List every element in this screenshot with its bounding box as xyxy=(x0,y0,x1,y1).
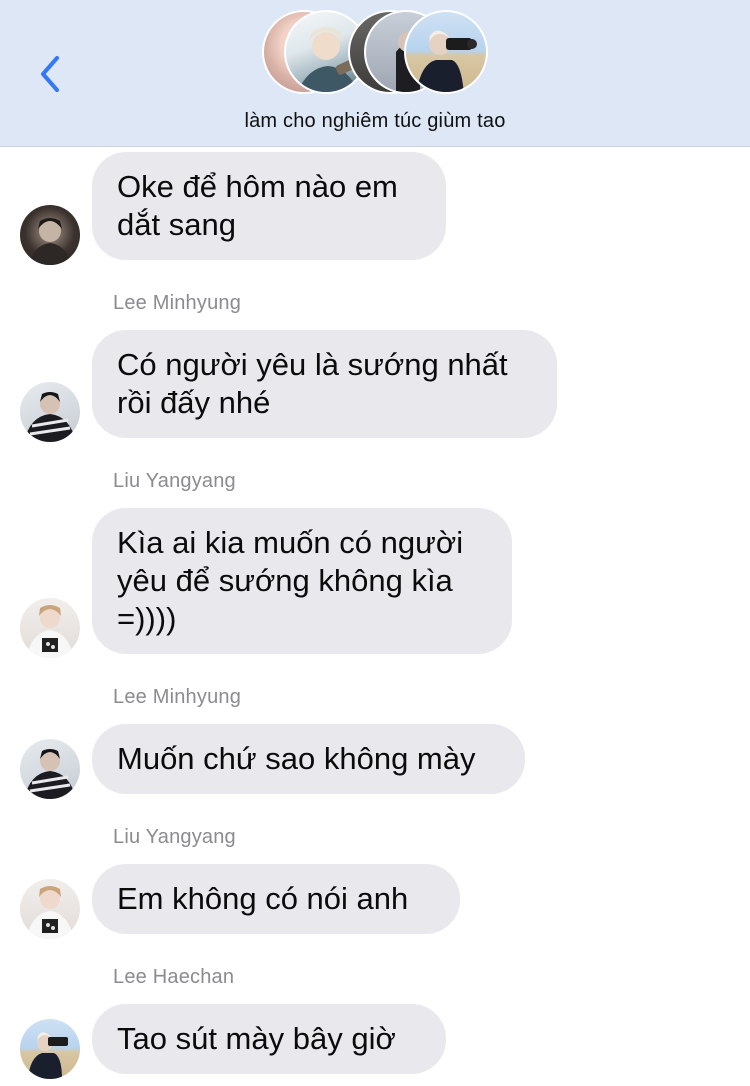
avatar[interactable] xyxy=(20,205,80,265)
message-bubble[interactable]: Oke để hôm nào em dắt sang xyxy=(92,152,446,260)
chat-header: làm cho nghiêm túc giùm tao xyxy=(0,0,750,147)
group-title[interactable]: làm cho nghiêm túc giùm tao xyxy=(0,110,750,133)
sender-name: Liu Yangyang xyxy=(113,826,236,848)
avatar[interactable] xyxy=(20,739,80,799)
avatar[interactable] xyxy=(20,598,80,658)
sender-name: Lee Haechan xyxy=(113,966,235,988)
avatar[interactable] xyxy=(20,1019,80,1079)
chevron-left-icon xyxy=(41,56,59,92)
message-bubble[interactable]: Muốn chứ sao không mày xyxy=(92,724,525,794)
sender-name: Liu Yangyang xyxy=(113,470,236,492)
sender-name: Lee Minhyung xyxy=(113,292,242,314)
avatar[interactable] xyxy=(20,879,80,939)
group-avatars[interactable] xyxy=(262,10,490,96)
avatar[interactable] xyxy=(20,382,80,442)
message-bubble[interactable]: Kìa ai kia muốn có người yêu để sướng kh… xyxy=(92,508,512,654)
sender-name: Lee Minhyung xyxy=(113,686,242,708)
message-bubble[interactable]: Tao sút mày bây giờ xyxy=(92,1004,446,1074)
message-bubble[interactable]: Có người yêu là sướng nhất rồi đấy nhé xyxy=(92,330,557,438)
back-button[interactable] xyxy=(30,52,70,96)
group-avatar-1 xyxy=(404,10,488,94)
message-bubble[interactable]: Em không có nói anh xyxy=(92,864,460,934)
